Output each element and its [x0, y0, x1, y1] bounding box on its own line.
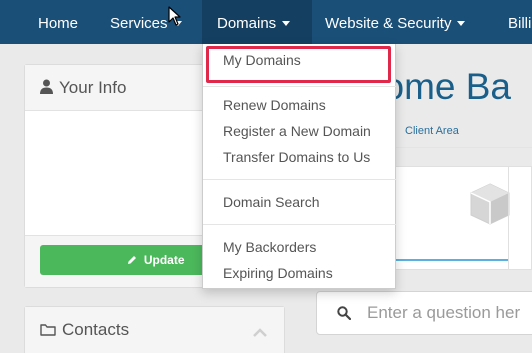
menu-divider — [203, 224, 396, 225]
menu-item-register-domain[interactable]: Register a New Domain — [223, 123, 371, 139]
menu-item-renew-domains[interactable]: Renew Domains — [223, 97, 326, 113]
cursor-arrow-icon — [168, 6, 181, 26]
update-button-label: Update — [143, 253, 185, 267]
user-icon — [40, 66, 53, 112]
domains-dropdown-menu: My Domains Renew Domains Register a New … — [202, 44, 396, 289]
nav-website-security[interactable]: Website & Security — [325, 0, 466, 44]
nav-website-security-label: Website & Security — [325, 15, 452, 32]
breadcrumb-client-area[interactable]: Client Area — [405, 125, 459, 137]
folder-icon — [40, 308, 56, 353]
contacts-title: Contacts — [62, 320, 130, 339]
knowledgebase-search-input[interactable]: Enter a question her — [316, 291, 532, 335]
nav-domains-label: Domains — [217, 15, 277, 32]
pencil-icon — [127, 253, 143, 267]
nav-home[interactable]: Home — [38, 0, 78, 44]
cube-icon — [467, 181, 513, 232]
nav-billing-label: Billi — [508, 15, 532, 32]
menu-item-my-domains[interactable]: My Domains — [223, 52, 301, 68]
tile-separator — [508, 167, 509, 270]
client-area-page: Home Services Domains Website & Security… — [0, 0, 532, 353]
menu-item-domain-search[interactable]: Domain Search — [223, 194, 320, 210]
contacts-panel: Contacts — [24, 306, 285, 353]
your-info-title: Your Info — [59, 78, 127, 97]
caret-down-icon — [457, 20, 466, 26]
menu-item-expiring-domains[interactable]: Expiring Domains — [223, 265, 333, 281]
menu-divider — [203, 86, 396, 87]
menu-item-transfer-domains[interactable]: Transfer Domains to Us — [223, 149, 370, 165]
search-icon — [337, 306, 352, 325]
menu-item-my-backorders[interactable]: My Backorders — [223, 239, 316, 255]
nav-domains[interactable]: Domains — [202, 0, 312, 44]
caret-down-icon — [282, 20, 291, 26]
chevron-up-icon[interactable] — [252, 325, 268, 343]
top-navbar: Home Services Domains Website & Security… — [0, 0, 532, 44]
nav-home-label: Home — [38, 15, 79, 32]
nav-services-label: Services — [110, 15, 168, 32]
contacts-header[interactable]: Contacts — [25, 307, 284, 353]
nav-billing[interactable]: Billi — [508, 0, 531, 44]
search-placeholder: Enter a question her — [367, 303, 521, 322]
menu-divider — [203, 179, 396, 180]
